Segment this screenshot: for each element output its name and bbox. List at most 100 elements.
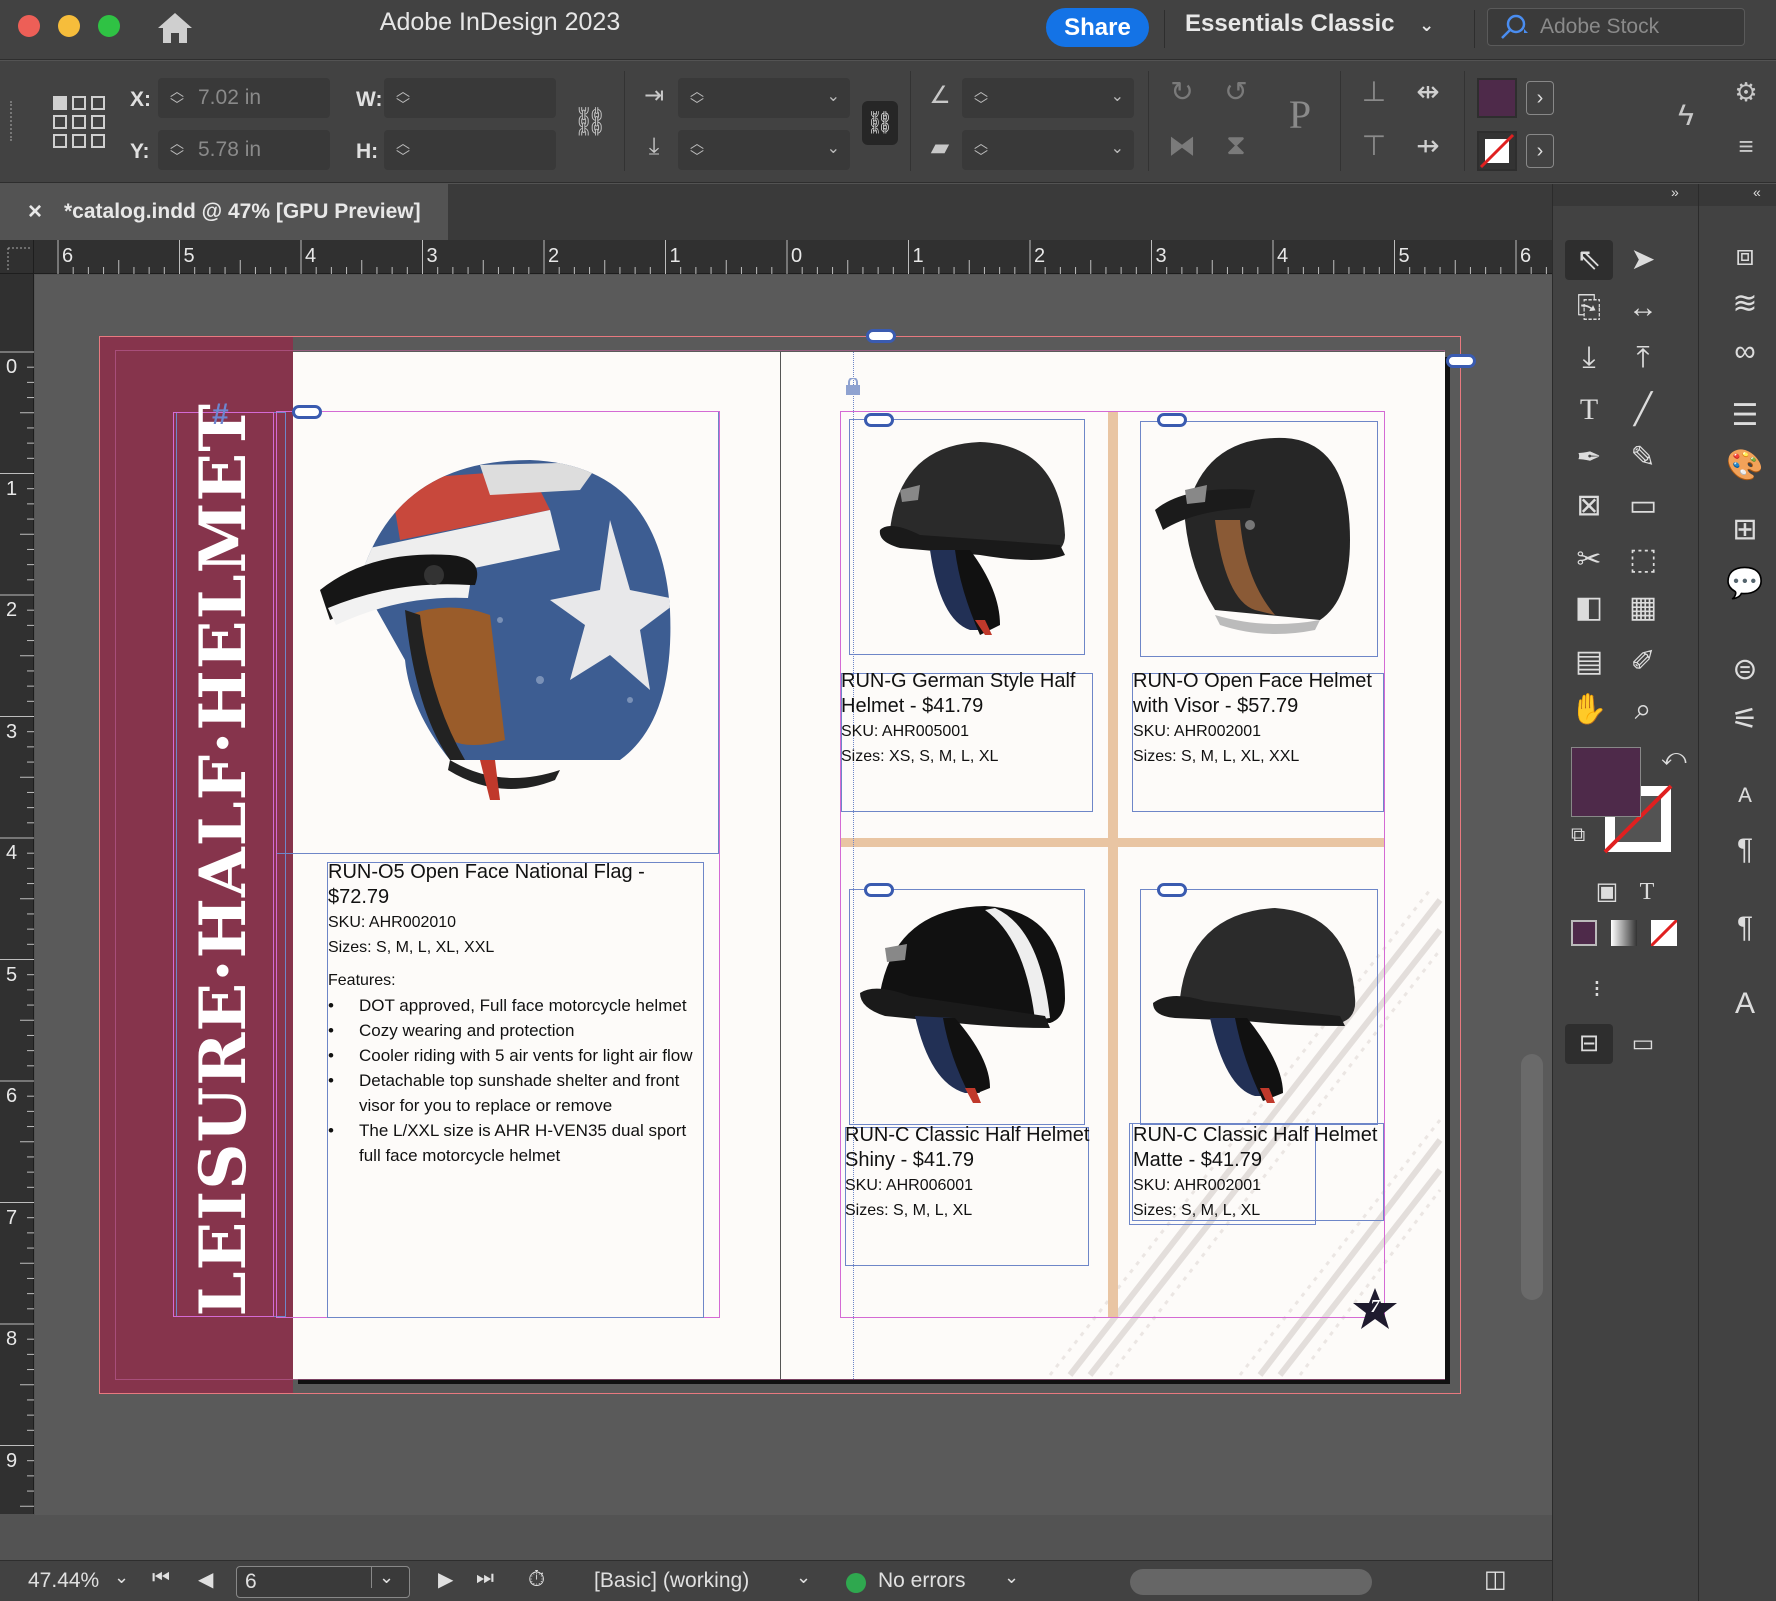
- h-field[interactable]: ︿ ﹀: [384, 130, 556, 170]
- vertical-scrollbar-thumb[interactable]: [1521, 1054, 1543, 1300]
- previous-page-icon[interactable]: ◀: [198, 1567, 213, 1592]
- stepper-icon[interactable]: ︿ ﹀: [390, 84, 416, 112]
- next-page-icon[interactable]: ▶: [438, 1567, 453, 1592]
- link-icon[interactable]: [1157, 413, 1187, 427]
- formatting-text-icon[interactable]: T: [1623, 872, 1671, 912]
- comments-panel-icon[interactable]: 💬: [1721, 564, 1769, 604]
- shear-dropdown[interactable]: ︿ ﹀ ⌄: [962, 130, 1134, 170]
- stepper-icon[interactable]: ︿ ﹀: [968, 84, 994, 112]
- expand-icon[interactable]: «: [1753, 184, 1761, 200]
- character-panel-icon[interactable]: A: [1721, 984, 1769, 1024]
- horizontal-scrollbar-thumb[interactable]: [1130, 1569, 1372, 1595]
- quick-actions-lightning-icon[interactable]: ϟ: [1668, 99, 1704, 133]
- rectangle-frame-tool-icon[interactable]: ⊠: [1565, 486, 1613, 526]
- selection-tool-icon[interactable]: ⇖: [1565, 240, 1613, 280]
- stepper-icon[interactable]: ︿ ﹀: [684, 136, 710, 164]
- chevron-down-icon[interactable]: ⌄: [796, 1567, 811, 1588]
- link-icon[interactable]: [1446, 354, 1476, 368]
- link-icon[interactable]: [292, 405, 322, 419]
- page-number-field[interactable]: 6 ⌄: [236, 1566, 410, 1598]
- stroke-panel-icon[interactable]: ☰: [1721, 396, 1769, 436]
- note-tool-icon[interactable]: ▤: [1565, 642, 1613, 682]
- profile-label[interactable]: [Basic] (working): [594, 1569, 749, 1593]
- gradient-feather-tool-icon[interactable]: ▦: [1619, 588, 1667, 628]
- first-page-icon[interactable]: ⏮: [152, 1567, 170, 1590]
- stepper-icon[interactable]: ︿ ﹀: [684, 84, 710, 112]
- scale-x-dropdown[interactable]: ︿ ﹀ ⌄: [678, 78, 850, 118]
- rotate-ccw-icon[interactable]: ↺: [1214, 75, 1258, 108]
- select-container-icon[interactable]: ⊥: [1352, 75, 1396, 108]
- rectangle-tool-icon[interactable]: ▭: [1619, 486, 1667, 526]
- tab-catalog[interactable]: × *catalog.indd @ 47% [GPU Preview]: [0, 184, 448, 240]
- default-fill-stroke-icon[interactable]: ⧉: [1571, 824, 1585, 847]
- panel-grip[interactable]: [10, 101, 14, 141]
- presentation-mode-icon[interactable]: ▭: [1619, 1024, 1667, 1064]
- gap-tool-icon[interactable]: ↔: [1619, 288, 1667, 328]
- type-tool-icon[interactable]: T: [1565, 390, 1613, 430]
- flip-horizontal-icon[interactable]: ⧓: [1160, 129, 1204, 162]
- line-tool-icon[interactable]: ╱: [1619, 390, 1667, 430]
- link-icon[interactable]: [866, 329, 896, 343]
- select-content-icon[interactable]: ⊤: [1352, 129, 1396, 162]
- rotate-cw-icon[interactable]: ↻: [1160, 75, 1204, 108]
- stepper-icon[interactable]: ︿ ﹀: [164, 136, 190, 164]
- stepper-icon[interactable]: ︿ ﹀: [390, 136, 416, 164]
- product-helmet-image[interactable]: [1145, 430, 1370, 650]
- layers-panel-icon[interactable]: ≋: [1721, 284, 1769, 324]
- link-icon[interactable]: [864, 883, 894, 897]
- select-next-icon[interactable]: ⇸: [1406, 129, 1450, 162]
- chevron-down-icon[interactable]: ⌄: [114, 1567, 129, 1588]
- gradient-swatch-tool-icon[interactable]: ◧: [1565, 588, 1613, 628]
- reference-point-icon[interactable]: [52, 95, 106, 149]
- scale-y-dropdown[interactable]: ︿ ﹀ ⌄: [678, 130, 850, 170]
- unlink-constrain-icon[interactable]: ⛓: [572, 105, 608, 138]
- flip-vertical-icon[interactable]: ⧗: [1214, 129, 1258, 162]
- panel-menu-icon[interactable]: ≡: [1728, 131, 1764, 162]
- x-field[interactable]: ︿ ﹀ 7.02 in: [158, 78, 330, 118]
- direct-selection-tool-icon[interactable]: ➤: [1619, 240, 1667, 280]
- free-transform-tool-icon[interactable]: ⬚: [1619, 540, 1667, 580]
- chevron-down-icon[interactable]: ⌄: [1004, 1567, 1019, 1588]
- constrain-proportions-icon[interactable]: ⛓: [862, 101, 898, 145]
- character-styles-panel-icon[interactable]: ᴬ: [1721, 780, 1769, 820]
- preflight-profile-icon[interactable]: ⏱: [528, 1566, 545, 1592]
- zoom-tool-icon[interactable]: ⌕: [1619, 690, 1667, 730]
- share-button[interactable]: Share: [1046, 8, 1149, 47]
- link-icon[interactable]: [1157, 883, 1187, 897]
- properties-panel-icon[interactable]: ⚟: [1721, 700, 1769, 740]
- pencil-tool-icon[interactable]: ✎: [1619, 438, 1667, 478]
- page-tool-icon[interactable]: ⎘: [1565, 288, 1613, 328]
- content-collector-icon[interactable]: ⤓: [1565, 338, 1613, 378]
- stepper-icon[interactable]: ︿ ﹀: [968, 136, 994, 164]
- paragraph-styles-panel-icon[interactable]: ¶: [1721, 830, 1769, 870]
- chevron-right-icon[interactable]: ›: [1526, 134, 1554, 168]
- normal-view-icon[interactable]: ⊟: [1565, 1024, 1613, 1064]
- product-helmet-image[interactable]: [855, 898, 1080, 1118]
- chevron-down-icon[interactable]: ⌄: [371, 1567, 401, 1588]
- select-previous-icon[interactable]: ⇹: [1406, 75, 1450, 108]
- link-icon[interactable]: [864, 413, 894, 427]
- featured-helmet-image[interactable]: [300, 440, 680, 820]
- y-field[interactable]: ︿ ﹀ 5.78 in: [158, 130, 330, 170]
- product-helmet-image[interactable]: [1145, 898, 1370, 1118]
- cc-libraries-panel-icon[interactable]: ⊞: [1721, 510, 1769, 550]
- fill-swatch[interactable]: [1477, 78, 1517, 118]
- text-wrap-panel-icon[interactable]: ⊜: [1721, 650, 1769, 690]
- gear-icon[interactable]: ⚙: [1728, 77, 1764, 108]
- reference-p-icon[interactable]: P: [1272, 91, 1328, 138]
- screen-mode-icon[interactable]: ⁝: [1573, 970, 1621, 1010]
- lock-icon[interactable]: [845, 377, 861, 396]
- product-helmet-image[interactable]: [860, 430, 1080, 650]
- fill-color-swatch-front[interactable]: [1571, 747, 1641, 817]
- swatches-panel-icon[interactable]: 🎨: [1721, 446, 1769, 486]
- last-page-icon[interactable]: ⏭: [476, 1567, 494, 1590]
- apply-color-icon[interactable]: [1571, 920, 1597, 946]
- paragraph-panel-icon[interactable]: ¶: [1721, 908, 1769, 948]
- links-panel-icon[interactable]: ∞: [1721, 332, 1769, 372]
- content-placer-icon[interactable]: ⤒: [1619, 338, 1667, 378]
- horizontal-ruler[interactable]: 6 5 4 3 2 1 0 1 2 3 4 5 6: [0, 240, 1552, 274]
- apply-none-icon[interactable]: [1649, 918, 1679, 948]
- zoom-level[interactable]: 47.44%: [28, 1569, 99, 1593]
- swap-fill-stroke-icon[interactable]: ⤺: [1661, 744, 1687, 772]
- hand-tool-icon[interactable]: ✋: [1565, 690, 1613, 730]
